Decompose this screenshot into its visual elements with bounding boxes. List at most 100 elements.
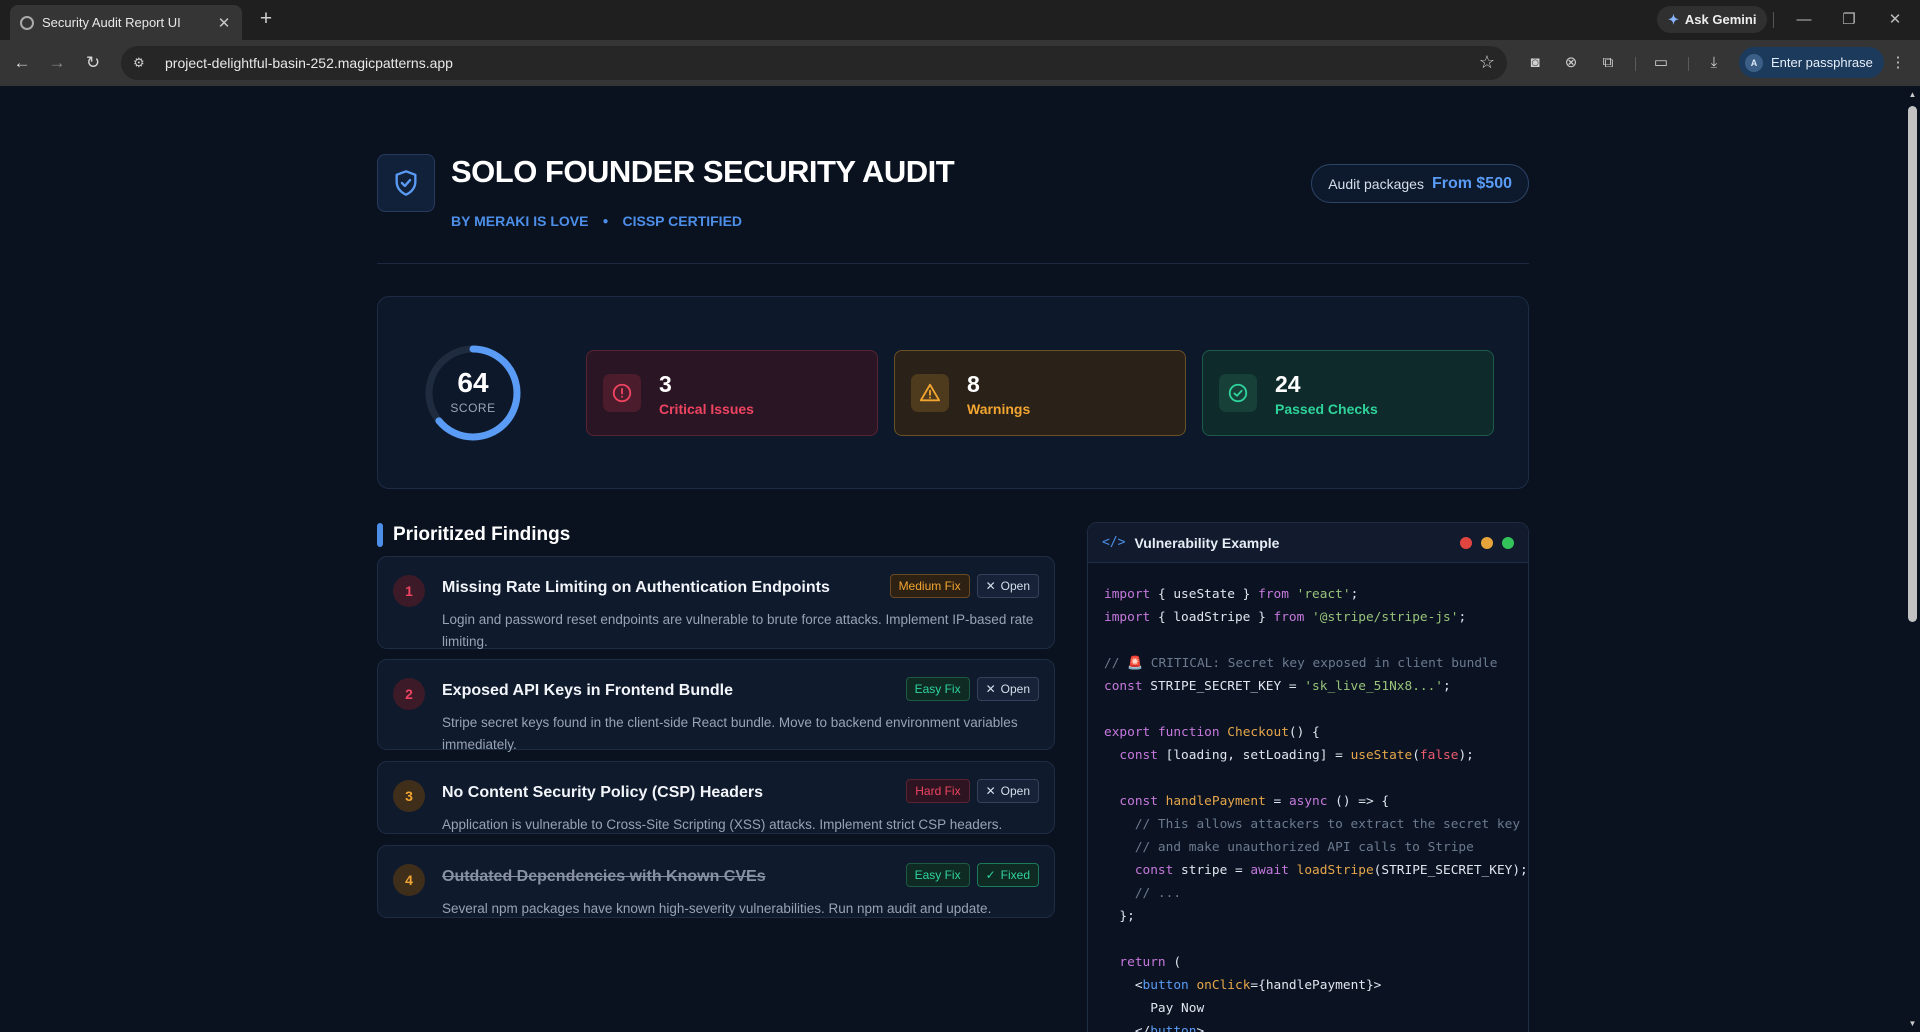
scroll-down-icon[interactable]: ▼: [1907, 1018, 1918, 1029]
close-tab-icon[interactable]: ✕: [216, 14, 232, 32]
camera-icon[interactable]: ◙: [1522, 50, 1548, 76]
reading-mode-icon[interactable]: ▭: [1648, 50, 1674, 76]
profile-button[interactable]: A Enter passphrase: [1739, 47, 1884, 78]
shield-check-icon: [395, 170, 417, 196]
divider: [1688, 57, 1689, 71]
code-line: </button>: [1104, 1024, 1205, 1032]
separator-dot: ●: [602, 215, 609, 227]
status-open-button[interactable]: ✕ Open: [976, 574, 1039, 598]
status-open-button[interactable]: ✕ Open: [976, 779, 1039, 803]
close-window-icon[interactable]: ✕: [1882, 8, 1908, 32]
finding-title: Missing Rate Limiting on Authentication …: [442, 579, 830, 596]
code-line: const handlePayment = async () => {: [1104, 794, 1390, 809]
code-line: <button onClick={handlePayment}>: [1104, 978, 1382, 993]
status-label: Fixed: [1000, 868, 1030, 882]
passed-count: 24: [1275, 371, 1301, 397]
alert-circle-icon: [603, 374, 641, 412]
score-label: SCORE: [450, 401, 496, 415]
author-label: BY MERAKI IS LOVE: [451, 213, 589, 229]
code-line: export function Checkout() {: [1104, 725, 1320, 740]
status-label: Open: [1000, 682, 1030, 696]
download-icon[interactable]: ⤓: [1701, 50, 1727, 76]
yellow-dot-icon: [1481, 536, 1493, 549]
finding-number: 3: [393, 780, 425, 812]
finding-card[interactable]: 4 Outdated Dependencies with Known CVEs …: [377, 845, 1055, 918]
difficulty-badge: Hard Fix: [906, 779, 970, 803]
code-line: return (: [1104, 955, 1182, 970]
status-fixed-button[interactable]: ✓ Fixed: [976, 863, 1039, 887]
forward-arrow-icon[interactable]: →: [44, 50, 70, 76]
bookmark-star-icon[interactable]: ☆: [1479, 52, 1495, 73]
new-tab-icon[interactable]: +: [254, 8, 278, 32]
close-x-icon: ✕: [985, 784, 996, 798]
code-line: import { useState } from 'react';: [1104, 587, 1359, 602]
warning-triangle-icon: [911, 374, 949, 412]
finding-number: 1: [393, 575, 425, 607]
reload-icon[interactable]: ↻: [80, 50, 106, 76]
finding-number: 4: [393, 864, 425, 896]
browser-tab[interactable]: Security Audit Report UI ✕: [10, 5, 242, 40]
profile-label: Enter passphrase: [1771, 55, 1873, 70]
puzzle-extensions-icon[interactable]: ⧉: [1595, 50, 1621, 76]
scroll-thumb[interactable]: [1908, 106, 1917, 622]
scroll-up-icon[interactable]: ▲: [1907, 89, 1918, 100]
green-dot-icon: [1502, 536, 1514, 549]
divider: [1773, 12, 1774, 28]
status-open-button[interactable]: ✕ Open: [976, 677, 1039, 701]
finding-description: Login and password reset endpoints are v…: [442, 612, 1034, 649]
check-icon: ✓: [985, 868, 996, 882]
url-text: project-delightful-basin-252.magicpatter…: [165, 55, 453, 71]
page-scrollbar[interactable]: ▲ ▼: [1905, 86, 1920, 1032]
close-x-icon: ✕: [985, 682, 996, 696]
browser-toolbar: ← → ↻ ⚙ project-delightful-basin-252.mag…: [0, 40, 1920, 86]
critical-label: Critical Issues: [659, 401, 754, 417]
extension-x-icon[interactable]: ⊗: [1558, 50, 1584, 76]
code-line: const stripe = await loadStripe(STRIPE_S…: [1104, 863, 1528, 878]
passed-checks-stat: 24 Passed Checks: [1202, 350, 1494, 436]
code-comment-line: // and make unauthorized API calls to St…: [1104, 840, 1474, 855]
findings-heading: Prioritized Findings: [377, 523, 570, 547]
code-comment-line: // 🚨 CRITICAL: Secret key exposed in cli…: [1104, 656, 1498, 671]
back-arrow-icon[interactable]: ←: [9, 50, 35, 76]
code-comment-line: // ...: [1104, 886, 1182, 901]
finding-tags: Easy Fix ✕ Open: [905, 677, 1039, 701]
address-bar[interactable]: ⚙ project-delightful-basin-252.magicpatt…: [121, 46, 1507, 80]
page-title: SOLO FOUNDER SECURITY AUDIT: [451, 154, 955, 189]
finding-card[interactable]: 1 Missing Rate Limiting on Authenticatio…: [377, 556, 1055, 649]
score-value: 64: [457, 367, 489, 398]
vulnerability-code-panel: </> Vulnerability Example import { useSt…: [1087, 522, 1529, 1032]
minimize-icon[interactable]: —: [1791, 8, 1817, 32]
red-dot-icon: [1460, 536, 1472, 549]
finding-tags: Easy Fix ✓ Fixed: [905, 863, 1039, 887]
finding-number: 2: [393, 678, 425, 710]
heading-accent-bar: [377, 523, 383, 547]
findings-title: Prioritized Findings: [393, 524, 571, 545]
avatar: A: [1745, 53, 1763, 72]
ask-gemini-label: Ask Gemini: [1684, 12, 1757, 27]
finding-description: Several npm packages have known high-sev…: [442, 901, 992, 916]
finding-card[interactable]: 2 Exposed API Keys in Frontend Bundle Ea…: [377, 659, 1055, 752]
packages-label: Audit packages: [1328, 175, 1424, 192]
globe-icon: [20, 15, 34, 30]
warnings-label: Warnings: [967, 401, 1031, 417]
code-line: Pay Now: [1104, 1001, 1205, 1016]
restore-icon[interactable]: ❐: [1836, 8, 1862, 32]
code-line: import { loadStripe } from '@stripe/stri…: [1104, 610, 1467, 625]
check-circle-icon: [1219, 374, 1257, 412]
code-block: import { useState } from 'react'; import…: [1104, 583, 1528, 1032]
finding-title: No Content Security Policy (CSP) Headers: [442, 784, 763, 801]
site-settings-icon[interactable]: ⚙: [133, 55, 153, 71]
finding-description: Application is vulnerable to Cross-Site …: [442, 817, 1003, 832]
finding-card[interactable]: 3 No Content Security Policy (CSP) Heade…: [377, 761, 1055, 834]
status-label: Open: [1000, 784, 1030, 798]
passed-label: Passed Checks: [1275, 401, 1378, 417]
more-menu-icon[interactable]: ⋮: [1885, 50, 1911, 76]
finding-title: Exposed API Keys in Frontend Bundle: [442, 682, 733, 699]
finding-title: Outdated Dependencies with Known CVEs: [442, 868, 766, 885]
status-label: Open: [1000, 579, 1030, 593]
ask-gemini-button[interactable]: ✦ Ask Gemini: [1657, 6, 1768, 33]
browser-tab-bar: Security Audit Report UI ✕ + ✦ Ask Gemin…: [0, 0, 1920, 40]
code-brackets-icon: </>: [1102, 535, 1126, 550]
audit-packages-button[interactable]: Audit packages From $500: [1311, 164, 1529, 203]
divider: [1635, 57, 1636, 71]
